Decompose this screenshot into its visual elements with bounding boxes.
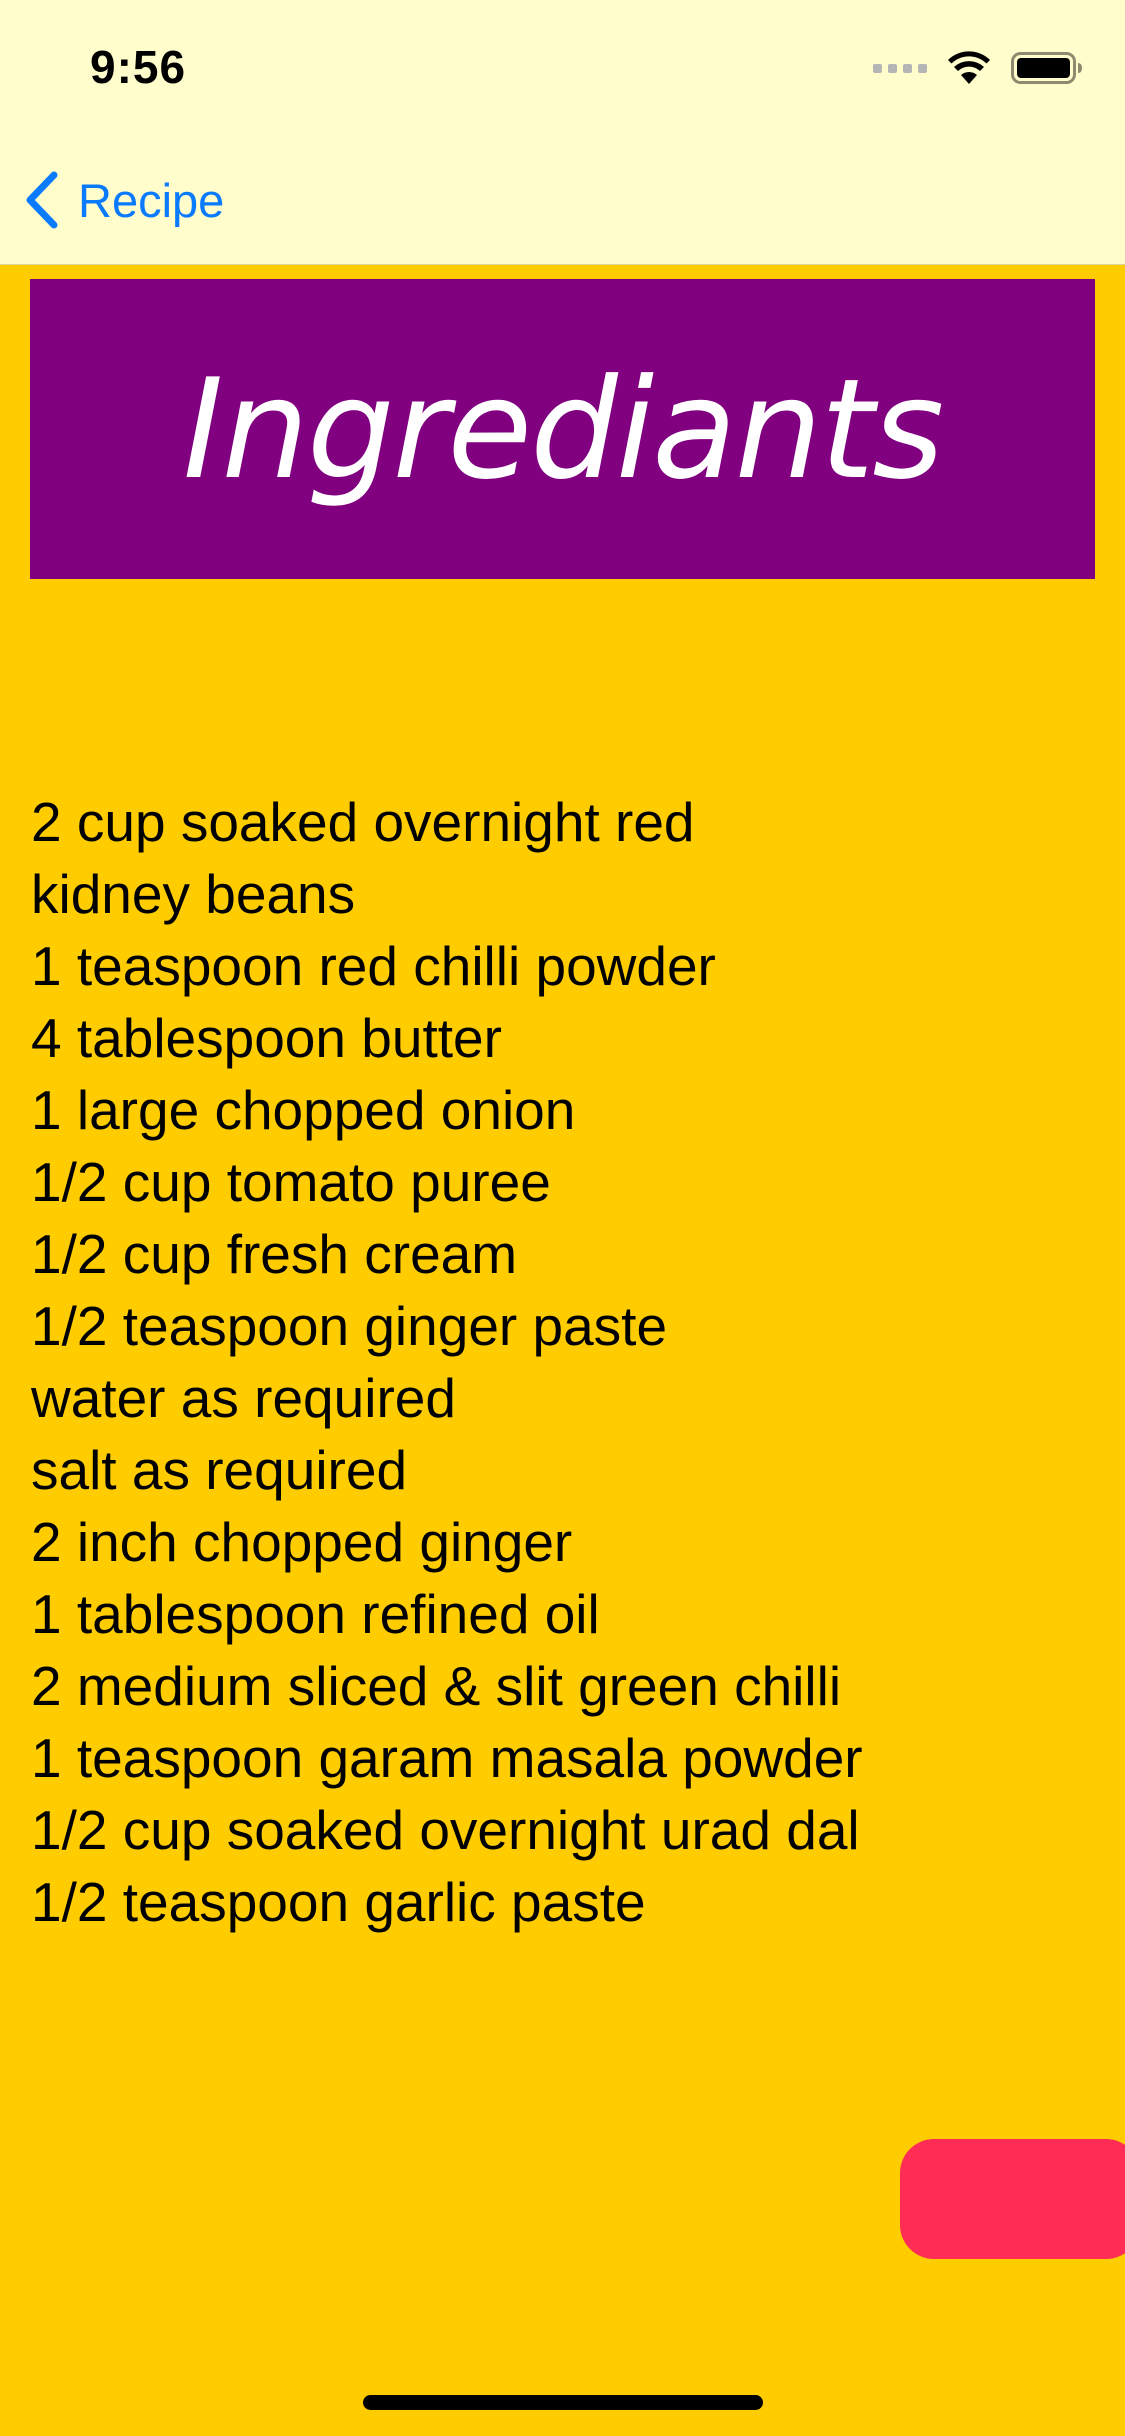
- ingredient-line: 1/2 cup fresh cream: [31, 1223, 518, 1285]
- home-indicator: [363, 2395, 763, 2410]
- ingredient-line: 2 inch chopped ginger: [31, 1511, 573, 1573]
- back-button[interactable]: Recipe: [24, 168, 224, 232]
- ingredient-line: 1/2 teaspoon ginger paste: [31, 1295, 668, 1357]
- title-banner: Ingrediants: [30, 279, 1095, 579]
- battery-icon: [1011, 52, 1082, 84]
- action-button[interactable]: [900, 2139, 1125, 2259]
- status-icons: [873, 48, 1083, 88]
- status-time: 9:56: [90, 41, 187, 93]
- wifi-icon: [948, 51, 990, 84]
- ingredient-line: 1 tablespoon refined oil: [31, 1583, 600, 1645]
- ingredient-line: 2 medium sliced & slit green chilli: [31, 1655, 842, 1717]
- ingredient-line: 2 cup soaked overnight red: [31, 791, 695, 853]
- page-title: Ingrediants: [182, 348, 944, 510]
- ingredient-line: 1/2 cup soaked overnight urad dal: [31, 1799, 860, 1861]
- ingredient-line: water as required: [31, 1367, 456, 1429]
- ingredient-list: 2 cup soaked overnight red kidney beans …: [31, 786, 931, 1938]
- ingredient-line: 4 tablespoon butter: [31, 1007, 502, 1069]
- top-bar: 9:56 Recipe: [0, 0, 1125, 265]
- ingredient-line: 1/2 cup tomato puree: [31, 1151, 551, 1213]
- cellular-signal-icon: [873, 63, 927, 73]
- ingredient-line: 1/2 teaspoon garlic paste: [31, 1871, 646, 1933]
- ingredient-line: 1 large chopped onion: [31, 1079, 576, 1141]
- ingredient-line: salt as required: [31, 1439, 408, 1501]
- ingredient-line: kidney beans: [31, 863, 356, 925]
- chevron-left-icon: [26, 171, 58, 229]
- ingredient-line: 1 teaspoon red chilli powder: [31, 935, 716, 997]
- ingredient-line: 1 teaspoon garam masala powder: [31, 1727, 863, 1789]
- back-button-label: Recipe: [78, 173, 225, 227]
